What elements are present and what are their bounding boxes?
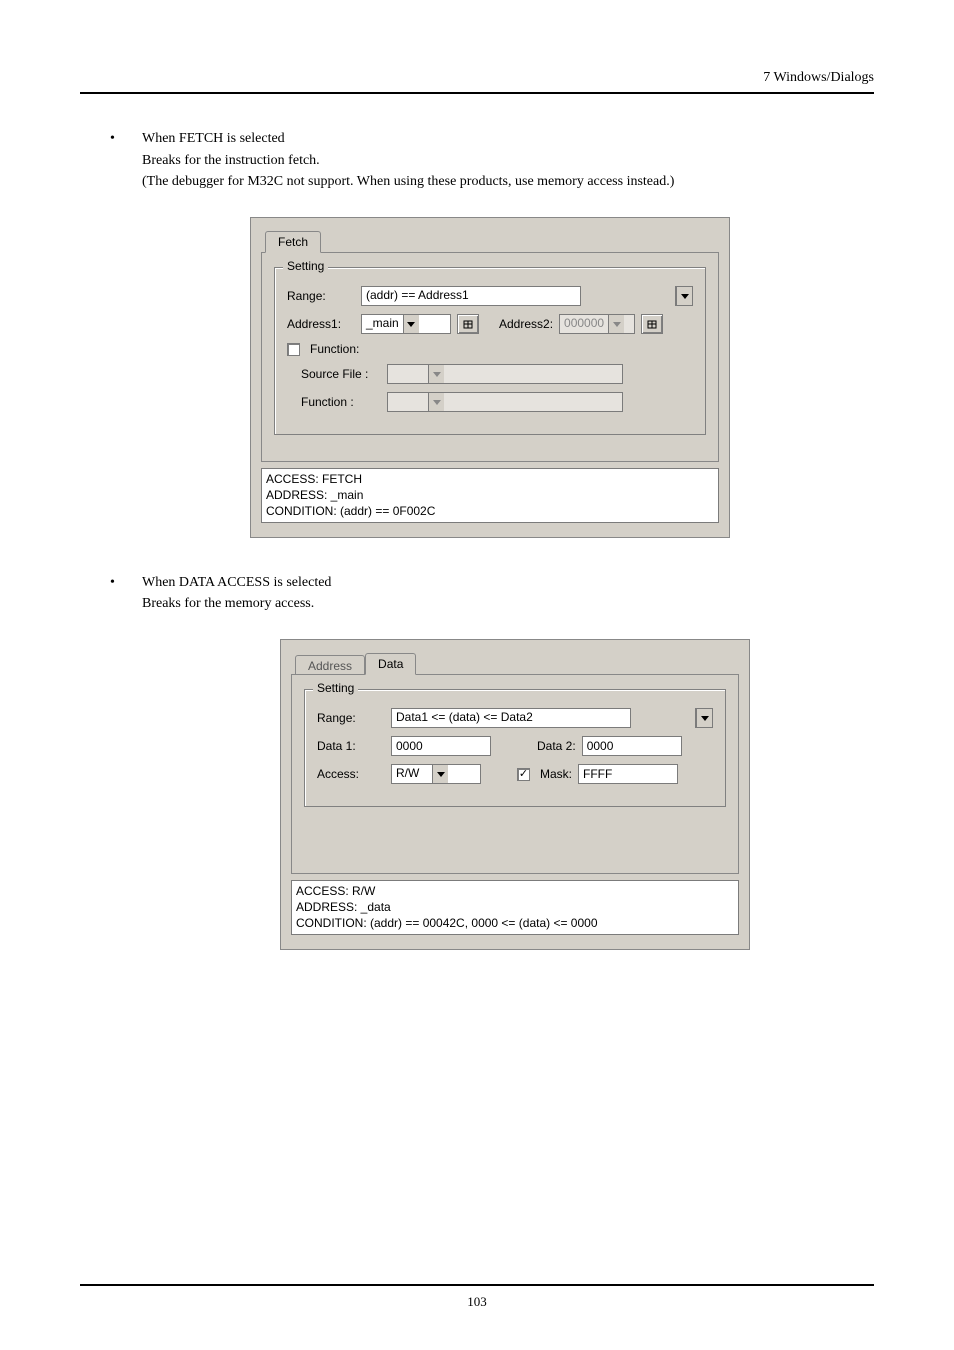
access-label: Access: [317,767,385,781]
browse-icon [646,318,658,330]
address1-label: Address1: [287,317,355,331]
access-value: R/W [392,765,432,783]
group-title: Setting [313,681,358,695]
function-checkbox[interactable] [287,343,300,356]
browse-icon [462,318,474,330]
chevron-down-icon [403,315,419,333]
mask-label: Mask: [540,767,572,781]
range-label: Range: [287,289,355,303]
tab-address[interactable]: Address [295,655,365,676]
group-title: Setting [283,259,328,273]
data1-label: Data 1: [317,739,385,753]
address1-value: _main [362,315,403,333]
bullet-line: (The debugger for M32C not support. When… [142,171,874,193]
function-label: Function : [301,395,381,409]
sourcefile-label: Source File : [301,367,381,381]
range-combo[interactable]: Data1 <= (data) <= Data2 [391,708,631,728]
range-combo[interactable]: (addr) == Address1 [361,286,581,306]
data2-label: Data 2: [537,739,576,753]
tab-data[interactable]: Data [365,653,416,675]
setting-group: Setting Range: (addr) == Address1 Addres… [274,267,706,435]
access-combo[interactable]: R/W [391,764,481,784]
bullet-dot: • [110,128,142,149]
sourcefile-value [388,365,428,383]
bullet-line: Breaks for the memory access. [142,593,874,615]
footer-rule [80,1284,874,1286]
fetch-dialog: Fetch Setting Range: (addr) == Address1 [250,217,730,538]
mask-checkbox[interactable] [517,768,530,781]
range-value: (addr) == Address1 [362,287,473,305]
function-combo [387,392,623,412]
mask-input[interactable] [578,764,678,784]
address2-browse-button[interactable] [641,314,663,334]
range-dropdown[interactable] [675,286,693,306]
data-dialog: Address Data Setting Range: Data1 <= (da… [280,639,750,950]
chevron-down-icon [696,709,712,727]
range-dropdown[interactable] [695,708,713,728]
range-label: Range: [317,711,385,725]
setting-group: Setting Range: Data1 <= (data) <= Data2 … [304,689,726,807]
address1-browse-button[interactable] [457,314,479,334]
bullet-line: Breaks for the instruction fetch. [142,150,874,172]
bullet-data-access: • When DATA ACCESS is selected Breaks fo… [110,572,874,615]
bullet-dot: • [110,572,142,593]
chevron-down-icon [428,393,444,411]
function-check-label: Function: [310,342,359,356]
data1-input[interactable] [391,736,491,756]
header-rule [80,92,874,94]
address2-label: Address2: [499,317,553,331]
bullet-title: When FETCH is selected [142,128,874,150]
chevron-down-icon [432,765,448,783]
data2-input[interactable] [582,736,682,756]
function-value [388,393,428,411]
address2-combo: 000000 [559,314,635,334]
tab-fetch[interactable]: Fetch [265,231,321,253]
status-panel: ACCESS: R/W ADDRESS: _data CONDITION: (a… [291,880,739,935]
chevron-down-icon [428,365,444,383]
sourcefile-combo [387,364,623,384]
range-value: Data1 <= (data) <= Data2 [392,709,537,727]
chevron-down-icon [676,287,692,305]
address2-value: 000000 [560,315,608,333]
address1-combo[interactable]: _main [361,314,451,334]
page-number: 103 [0,1294,954,1310]
bullet-title: When DATA ACCESS is selected [142,572,874,594]
chevron-down-icon [608,315,624,333]
status-panel: ACCESS: FETCH ADDRESS: _main CONDITION: … [261,468,719,523]
bullet-fetch: • When FETCH is selected Breaks for the … [110,128,874,193]
page-header: 7 Windows/Dialogs [80,70,874,92]
